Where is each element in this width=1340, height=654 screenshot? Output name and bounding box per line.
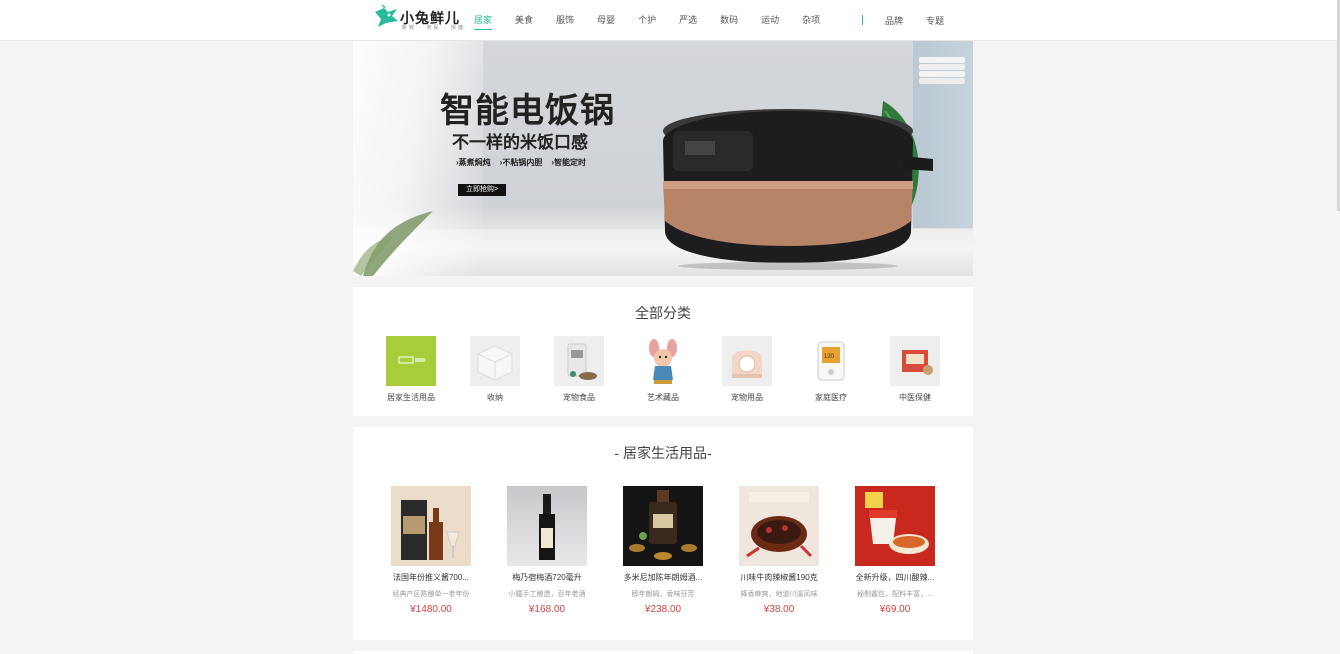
nav-item-misc[interactable]: 杂项 <box>802 0 820 41</box>
rice-cooker-image <box>663 101 933 270</box>
nav-item-home[interactable]: 居家 <box>474 0 493 41</box>
product-name: 多米尼加陈年朗姆酒... <box>623 573 703 582</box>
banner-feature: ›不粘锅内胆 <box>499 158 543 167</box>
product-card[interactable]: 多米尼加陈年朗姆酒... 醇年朗姆，香味芬芳 ¥238.00 <box>618 486 708 615</box>
banner-title: 智能电饭锅 <box>440 92 615 130</box>
category-item-storage[interactable]: 收纳 <box>465 336 525 403</box>
plum-wine-image <box>507 486 587 566</box>
nav-item-topic[interactable]: 专题 <box>926 14 944 27</box>
top-header: 小兔鲜儿 新鲜 · 亲民 · 快捷 居家 美食 服饰 母婴 个护 严选 数码 运… <box>0 0 1340 41</box>
nav-item-selected[interactable]: 严选 <box>679 0 697 41</box>
nav-item-food[interactable]: 美食 <box>515 0 533 41</box>
product-price: ¥1480.00 <box>410 604 452 615</box>
herbal-care-image <box>890 336 940 386</box>
product-card[interactable]: 法国年份推义酱700... 经典产区陈酿单一老年份 ¥1480.00 <box>386 486 476 615</box>
nav-item-personal-care[interactable]: 个护 <box>638 0 656 41</box>
buy-now-button[interactable]: 立即抢购> <box>458 184 506 196</box>
banner-features: ›蒸煮焖炖 ›不粘锅内胆 ›智能定时 <box>456 157 595 168</box>
logo-subtext: 新鲜 · 亲民 · 快捷 <box>402 25 465 31</box>
nav-item-sports[interactable]: 运动 <box>761 0 779 41</box>
banner-feature: ›智能定时 <box>551 158 587 167</box>
category-item-pet-supplies[interactable]: 宠物用品 <box>717 336 777 403</box>
nav-item-digital[interactable]: 数码 <box>720 0 738 41</box>
category-label: 艺术藏品 <box>647 393 679 402</box>
nav-item-brand[interactable]: 品牌 <box>885 14 903 27</box>
storage-box-image <box>470 336 520 386</box>
category-item-pet-food[interactable]: 宠物食品 <box>549 336 609 403</box>
product-name: 梅乃宿梅酒720毫升 <box>512 573 582 582</box>
rum-bottle-image <box>623 486 703 566</box>
nav-item-apparel[interactable]: 服饰 <box>556 0 574 41</box>
product-desc: 经典产区陈酿单一老年份 <box>392 591 470 598</box>
plant-leaf-left-icon <box>353 211 433 276</box>
rabbit-logo-icon <box>375 4 398 27</box>
main-nav: 居家 美食 服饰 母婴 个护 严选 数码 运动 杂项 <box>474 0 843 41</box>
home-goods-image <box>386 336 436 386</box>
banner-feature: ›蒸煮焖炖 <box>456 158 491 167</box>
category-title: 全部分类 <box>635 305 691 321</box>
category-label: 宠物食品 <box>563 393 595 402</box>
hero-banner[interactable]: 智能电饭锅 不一样的米饭口感 ›蒸煮焖炖 ›不粘锅内胆 ›智能定时 立即抢购> <box>353 41 973 276</box>
product-desc: 秘制酱包，配料丰富，... <box>857 591 933 598</box>
product-section-title: - 居家生活用品- <box>614 445 712 461</box>
secondary-nav: 品牌 专题 <box>885 0 967 41</box>
product-price: ¥168.00 <box>528 604 566 615</box>
brandy-bottle-image <box>391 486 471 566</box>
pet-supplies-image <box>722 336 772 386</box>
category-label: 居家生活用品 <box>387 393 435 402</box>
product-price: ¥38.00 <box>763 604 795 615</box>
chili-sauce-image <box>739 486 819 566</box>
category-item-home-goods[interactable]: 居家生活用品 <box>381 336 441 403</box>
nav-divider <box>862 15 863 25</box>
nav-item-baby[interactable]: 母婴 <box>597 0 615 41</box>
category-panel: 全部分类 居家生活用品 收纳 宠物食品 艺术藏品 宠物用品 120 家庭医疗 中… <box>353 287 973 416</box>
category-item-home-medical[interactable]: 120 家庭医疗 <box>801 336 861 403</box>
site-logo[interactable]: 小兔鲜儿 新鲜 · 亲民 · 快捷 <box>372 3 463 33</box>
towel-stack-decoration <box>919 57 965 63</box>
category-label: 家庭医疗 <box>815 393 847 402</box>
product-desc: 醇年朗姆，香味芬芳 <box>631 591 695 598</box>
product-card[interactable]: 全新升级，四川酸辣... 秘制酱包，配料丰富，... ¥69.00 <box>850 486 940 615</box>
category-item-art[interactable]: 艺术藏品 <box>633 336 693 403</box>
category-item-tcm-care[interactable]: 中医保健 <box>885 336 945 403</box>
category-label: 中医保健 <box>899 393 931 402</box>
svg-text:120: 120 <box>824 354 835 360</box>
pet-food-image <box>554 336 604 386</box>
blood-pressure-monitor-image: 120 <box>806 336 856 386</box>
product-name: 法国年份推义酱700... <box>392 573 469 582</box>
product-price: ¥69.00 <box>879 604 911 615</box>
product-panel: - 居家生活用品- 法国年份推义酱700... 经典产区陈酿单一老年份 ¥148… <box>353 427 973 640</box>
product-name: 川味牛肉辣椒酱190克 <box>740 573 818 582</box>
banner-subtitle: 不一样的米饭口感 <box>452 133 588 152</box>
product-card[interactable]: 梅乃宿梅酒720毫升 小鐵手工酿造，百年老酒 ¥168.00 <box>502 486 592 615</box>
product-card[interactable]: 川味牛肉辣椒酱190克 降香麻爽，地道川渝风味 ¥38.00 <box>734 486 824 615</box>
product-desc: 小鐵手工酿造，百年老酒 <box>508 591 586 598</box>
product-price: ¥238.00 <box>644 604 682 615</box>
product-name: 全新升级，四川酸辣... <box>855 573 935 582</box>
product-desc: 降香麻爽，地道川渝风味 <box>740 591 818 598</box>
category-label: 宠物用品 <box>731 393 763 402</box>
art-figurine-image <box>638 336 688 386</box>
hot-sour-noodles-image <box>855 486 935 566</box>
category-label: 收纳 <box>487 393 503 402</box>
